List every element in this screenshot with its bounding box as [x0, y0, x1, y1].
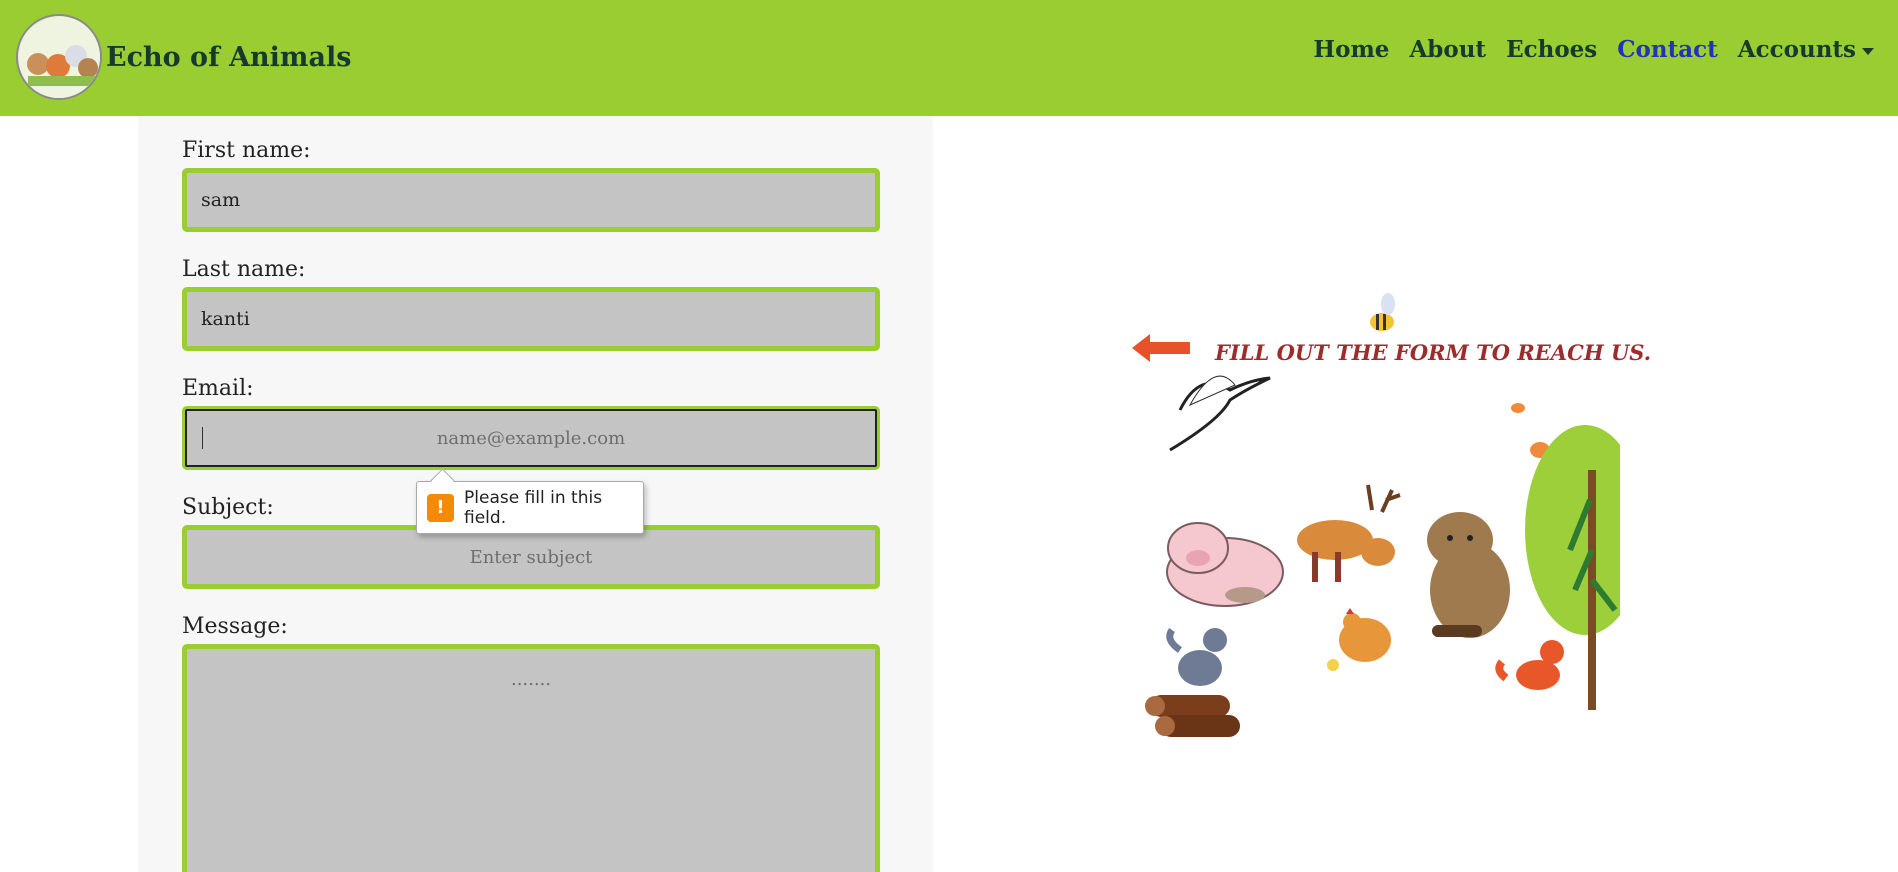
- subject-placeholder: Enter subject: [469, 546, 593, 568]
- first-name-label: First name:: [182, 138, 311, 163]
- nav-echoes[interactable]: Echoes: [1506, 36, 1597, 63]
- last-name-value: kanti: [201, 308, 250, 330]
- text-cursor: [202, 427, 203, 449]
- subject-input[interactable]: Enter subject: [182, 525, 880, 589]
- beaver-icon: [1427, 512, 1510, 638]
- nav-contact[interactable]: Contact: [1617, 36, 1718, 63]
- main-nav: Home About Echoes Contact Accounts: [1293, 36, 1874, 63]
- validation-tooltip: ! Please fill in this field.: [416, 481, 644, 534]
- chick-icon: [1327, 659, 1339, 671]
- brand-logo: [16, 14, 102, 100]
- logs-icon: [1145, 695, 1240, 737]
- last-name-input[interactable]: kanti: [182, 287, 880, 351]
- message-textarea[interactable]: .......: [182, 644, 880, 872]
- nav-about[interactable]: About: [1409, 36, 1486, 63]
- crane-icon: [1169, 375, 1271, 452]
- nav-home[interactable]: Home: [1313, 36, 1389, 63]
- animals-illustration: [1132, 293, 1620, 737]
- bee-icon: [1370, 293, 1395, 331]
- butterfly-icon: [1511, 403, 1525, 413]
- caret-down-icon: [1862, 47, 1874, 55]
- fox-icon: [1495, 640, 1564, 690]
- brand[interactable]: Echo of Animals: [16, 14, 351, 100]
- nav-accounts-dropdown[interactable]: Accounts: [1738, 36, 1874, 63]
- hen-icon: [1327, 608, 1391, 671]
- validation-message: Please fill in this field.: [464, 487, 603, 528]
- pig-icon: [1166, 522, 1284, 607]
- nav-accounts-label: Accounts: [1737, 36, 1856, 63]
- first-name-input[interactable]: sam: [182, 168, 880, 232]
- brand-name: Echo of Animals: [106, 41, 352, 73]
- subject-label: Subject:: [182, 495, 274, 520]
- email-placeholder: name@example.com: [436, 427, 626, 449]
- last-name-label: Last name:: [182, 257, 306, 282]
- warning-icon: !: [427, 493, 455, 522]
- message-label: Message:: [182, 614, 288, 639]
- message-placeholder: .......: [510, 669, 552, 690]
- email-label: Email:: [182, 376, 254, 401]
- navbar: Echo of Animals Home About Echoes Contac…: [0, 0, 1898, 116]
- email-input[interactable]: name@example.com: [182, 406, 880, 470]
- wolf-icon: [1166, 627, 1227, 686]
- first-name-value: sam: [201, 189, 241, 211]
- arrow-left-icon: [1132, 334, 1190, 362]
- deer-icon: [1297, 484, 1401, 582]
